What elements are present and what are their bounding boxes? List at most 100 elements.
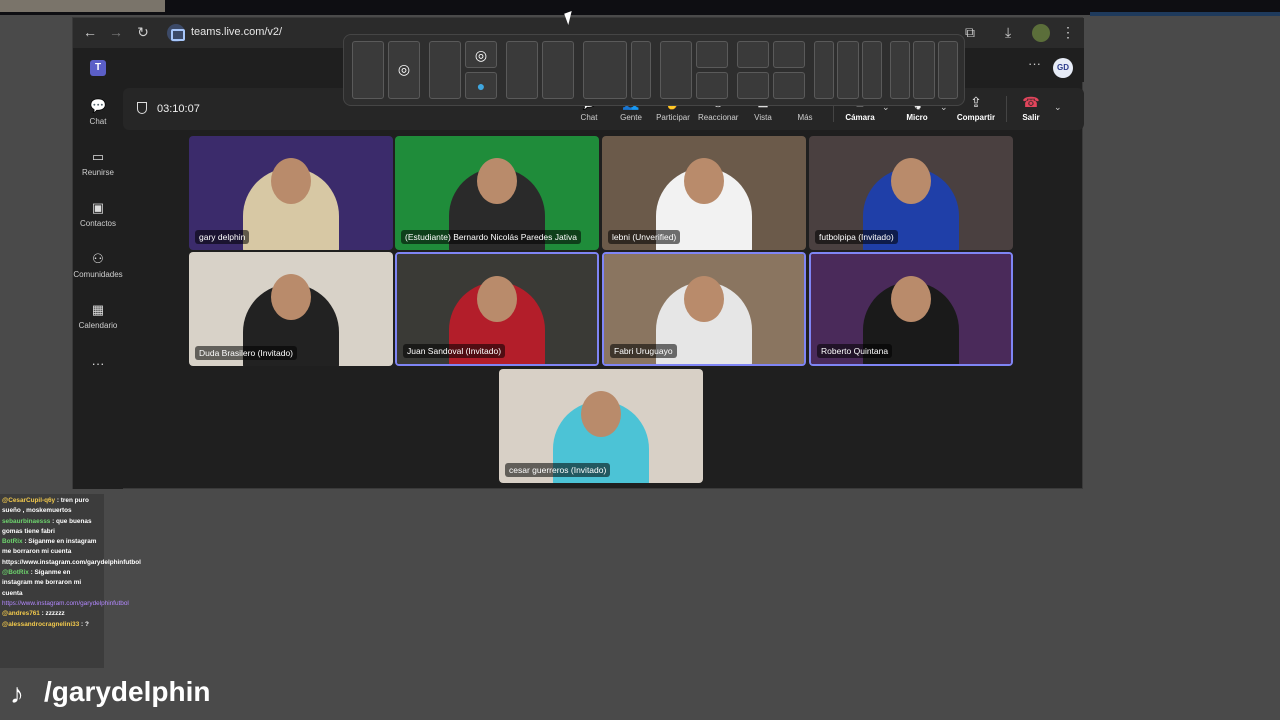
rail-item-chat[interactable]: 💬 Chat bbox=[73, 98, 123, 126]
snap-zone[interactable] bbox=[890, 41, 910, 99]
address-bar[interactable]: teams.live.com/v2/ bbox=[191, 26, 282, 38]
rail-item-comunidades[interactable]: ⚇ Comunidades bbox=[73, 251, 123, 279]
rail-item-calendario[interactable]: ▦ Calendario bbox=[73, 302, 123, 330]
chat-text: https://www.instagram.com/garydelphinfut… bbox=[2, 599, 129, 607]
participant-head bbox=[477, 158, 517, 204]
contacts-icon: ▣ bbox=[91, 200, 105, 215]
participant-name: Roberto Quintana bbox=[817, 344, 893, 358]
rail-item-label: Comunidades bbox=[73, 270, 123, 279]
rail-item-label: Calendario bbox=[78, 321, 118, 330]
top-strip bbox=[0, 0, 1280, 16]
stream-chat-overlay: @CesarCupil-q6y : tren puro sueño , mosk… bbox=[0, 494, 141, 668]
snap-zone[interactable] bbox=[837, 41, 859, 99]
snap-zone[interactable] bbox=[506, 41, 538, 99]
snap-zone[interactable] bbox=[660, 41, 692, 99]
participant-head bbox=[271, 274, 311, 320]
back-icon[interactable]: ← bbox=[81, 24, 99, 40]
participant-video-tile[interactable]: Juan Sandoval (Invitado) bbox=[395, 252, 599, 366]
chat-message: @alessandrocragnelini33 : ? bbox=[2, 620, 102, 630]
snap-zone[interactable] bbox=[583, 41, 627, 99]
participant-name: futbolpipa (Invitado) bbox=[815, 230, 898, 244]
browser-window: ← → ↻ teams.live.com/v2/ ⧉ ⤓ ⋮ ◎ ◎ ● T 💬… bbox=[72, 17, 1084, 489]
rail-more-button[interactable]: ··· bbox=[73, 356, 123, 372]
participant-video-tile[interactable]: Roberto Quintana bbox=[809, 252, 1013, 366]
share-button-label: Compartir bbox=[956, 113, 996, 122]
chat-button-label: Chat bbox=[580, 113, 598, 122]
participant-name: lebni (Unverified) bbox=[608, 230, 681, 244]
chat-text: : ? bbox=[79, 620, 89, 628]
snap-zone[interactable] bbox=[696, 72, 728, 99]
rail-item-label: Reunirse bbox=[81, 168, 114, 177]
people-button-label: Gente bbox=[620, 113, 642, 122]
chat-icon: 💬 bbox=[90, 98, 107, 113]
rail-item-contactos[interactable]: ▣ Contactos bbox=[73, 200, 123, 228]
participant-video-tile[interactable]: cesar guerreros (Invitado) bbox=[499, 369, 703, 483]
obs-icon: ◎ bbox=[397, 61, 411, 77]
snap-zone[interactable] bbox=[938, 41, 958, 99]
browser-profile-avatar[interactable] bbox=[1032, 24, 1050, 42]
shield-icon bbox=[137, 102, 147, 114]
chat-message: BotRix : Síganme en instagram me borraro… bbox=[2, 537, 141, 568]
leave-button[interactable]: ☎ Salir bbox=[1011, 94, 1051, 122]
snap-zone[interactable] bbox=[773, 72, 805, 99]
edge-icon: ● bbox=[476, 78, 486, 94]
camera-button-label: Cámara bbox=[845, 113, 875, 122]
more-icon: ··· bbox=[91, 356, 105, 371]
chat-message: @BotRix : Síganme en instagram me borrar… bbox=[2, 568, 102, 599]
snap-zone[interactable] bbox=[696, 41, 728, 68]
header-more-button[interactable]: ··· bbox=[1028, 56, 1041, 71]
participant-video-tile[interactable]: (Estudiante) Bernardo Nicolás Paredes Ja… bbox=[395, 136, 599, 250]
phone-hangup-icon: ☎ bbox=[1022, 94, 1040, 110]
participant-head bbox=[684, 158, 724, 204]
snap-zone[interactable] bbox=[862, 41, 882, 99]
participant-video-tile[interactable]: Fabri Uruguayo bbox=[602, 252, 806, 366]
snap-zone[interactable] bbox=[542, 41, 574, 99]
snap-layouts-flyout: ◎ ◎ ● bbox=[343, 34, 965, 106]
rail-item-label: Contactos bbox=[79, 219, 117, 228]
snap-zone[interactable] bbox=[631, 41, 651, 99]
forward-icon[interactable]: → bbox=[107, 24, 125, 40]
rail-item-reunirse[interactable]: ▭ Reunirse bbox=[73, 149, 123, 177]
chat-message: sebaurbinaesss : que buenas gomas tiene … bbox=[2, 517, 102, 538]
chat-text: : Síganme en instagram me borraron mi cu… bbox=[2, 538, 141, 566]
leave-options-chevron-icon[interactable]: ⌄ bbox=[1054, 102, 1062, 113]
participant-head bbox=[581, 391, 621, 437]
snap-zone[interactable] bbox=[429, 41, 461, 99]
download-icon[interactable]: ⤓ bbox=[1005, 24, 1011, 41]
participant-name: cesar guerreros (Invitado) bbox=[505, 463, 611, 477]
teams-logo-icon: T bbox=[90, 60, 106, 76]
participant-video-tile[interactable]: lebni (Unverified) bbox=[602, 136, 806, 250]
snap-zone[interactable] bbox=[773, 41, 805, 68]
tiktok-handle: /garydelphin bbox=[44, 676, 211, 707]
webcam-strip bbox=[0, 0, 165, 12]
chat-username: sebaurbinaesss bbox=[2, 517, 51, 525]
reload-icon[interactable]: ↻ bbox=[134, 24, 152, 41]
calendar-icon: ▦ bbox=[91, 302, 105, 317]
accent-strip bbox=[1090, 12, 1280, 16]
snap-zone[interactable] bbox=[352, 41, 384, 99]
chat-message: https://www.instagram.com/garydelphinfut… bbox=[2, 599, 129, 609]
communities-icon: ⚇ bbox=[92, 251, 104, 266]
user-avatar[interactable]: GD bbox=[1053, 58, 1073, 78]
participant-video-tile[interactable]: gary delphin bbox=[189, 136, 393, 250]
chat-message: @CesarCupil-q6y : tren puro sueño , mosk… bbox=[2, 496, 102, 517]
leave-button-label: Salir bbox=[1022, 113, 1040, 122]
video-icon: ▭ bbox=[91, 149, 105, 164]
participant-video-tile[interactable]: Duda Brasilero (Invitado) bbox=[189, 252, 393, 366]
snap-zone[interactable] bbox=[814, 41, 834, 99]
meeting-timer: 03:10:07 bbox=[157, 103, 200, 115]
participant-video-tile[interactable]: futbolpipa (Invitado) bbox=[809, 136, 1013, 250]
site-info-icon[interactable] bbox=[167, 24, 185, 42]
raise-hand-label: Participar bbox=[656, 113, 690, 122]
participant-name: Fabri Uruguayo bbox=[610, 344, 677, 358]
chat-message: @andres761 : zzzzzz bbox=[2, 609, 102, 619]
mic-button-label: Micro bbox=[906, 113, 928, 122]
chat-username: @CesarCupil-q6y bbox=[2, 497, 56, 504]
browser-menu-icon[interactable]: ⋮ bbox=[1061, 24, 1075, 41]
snap-zone[interactable] bbox=[913, 41, 935, 99]
chat-username: @andres761 bbox=[2, 610, 40, 618]
snap-zone[interactable] bbox=[737, 41, 769, 68]
extensions-icon[interactable]: ⧉ bbox=[965, 24, 975, 41]
participant-head bbox=[684, 276, 724, 322]
snap-zone[interactable] bbox=[737, 72, 769, 99]
